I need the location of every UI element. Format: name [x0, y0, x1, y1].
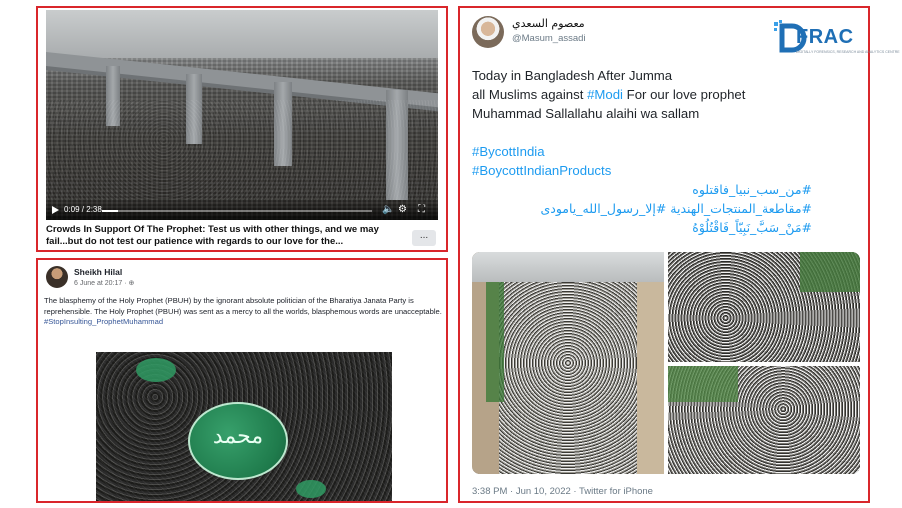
video-sky	[46, 10, 438, 58]
video-bridge	[46, 52, 438, 108]
video-caption[interactable]: Crowds In Support Of The Prophet: Test u…	[46, 224, 406, 248]
facebook-post-panel: Sheikh Hilal 6 June at 20:17 · ⊕ The bla…	[36, 258, 448, 503]
play-icon[interactable]	[52, 206, 59, 214]
tweet-timestamp[interactable]: 3:38 PM · Jun 10, 2022 · Twitter for iPh…	[472, 486, 653, 497]
video-post-panel: 0:09 / 2:38 🔈 ⚙ ⛶ Crowds In Support Of T…	[36, 6, 448, 252]
arabic-hashtag-link[interactable]: #مَنْ_سَبَّ_نَبِيّاً_فَاقْتُلُوْهُ	[472, 218, 812, 237]
green-flag	[136, 358, 176, 382]
avatar[interactable]	[46, 266, 68, 288]
fb-post-meta: 6 June at 20:17 · ⊕	[74, 280, 135, 287]
emblem-text: محمد	[212, 424, 264, 449]
tweet-line-prefix: all Muslims against	[472, 87, 588, 102]
video-time: 0:09 / 2:38	[64, 205, 102, 214]
tweet-panel: معصوم السعدي @Masum_assadi Today in Bang…	[458, 6, 870, 503]
fb-post-text: The blasphemy of the Holy Prophet (PBUH)…	[44, 296, 442, 328]
hashtag-link[interactable]: #Modi	[587, 87, 623, 102]
tweet-photo[interactable]	[472, 252, 664, 474]
volume-icon[interactable]: 🔈	[382, 204, 394, 215]
dfrac-logo: FRAC DIGITALLY FORENSICS, RESEARCH AND A…	[770, 14, 900, 60]
tweet-line: Today in Bangladesh After Jumma	[472, 68, 673, 83]
hashtag-link[interactable]: #BycottIndia	[472, 142, 812, 161]
gear-icon[interactable]: ⚙	[398, 204, 407, 215]
video-player[interactable]: 0:09 / 2:38 🔈 ⚙ ⛶	[46, 10, 438, 220]
tweet-line: all Muslims against #Modi For our love p…	[472, 85, 812, 104]
tweet-author-name[interactable]: معصوم السعدي	[512, 17, 585, 30]
video-progress-bar[interactable]	[102, 210, 372, 212]
dfrac-logo-text: FRAC	[796, 26, 854, 48]
video-controls: 0:09 / 2:38 🔈 ⚙ ⛶	[46, 200, 438, 220]
tweet-photo[interactable]	[668, 366, 860, 474]
fb-author-name[interactable]: Sheikh Hilal	[74, 267, 122, 277]
tweet-photo-grid	[472, 252, 860, 474]
tweet-spacer	[472, 123, 812, 142]
dfrac-logo-subtitle: DIGITALLY FORENSICS, RESEARCH AND ANALYT…	[796, 50, 900, 54]
tweet-photo[interactable]	[668, 252, 860, 362]
fb-post-image[interactable]: محمد	[96, 352, 392, 501]
video-crowd	[46, 100, 438, 200]
green-emblem: محمد	[188, 402, 288, 480]
arabic-hashtag-link[interactable]: #مقاطعة_المنتجات_الهندية #إلا_رسول_الله_…	[472, 199, 813, 218]
fullscreen-icon[interactable]: ⛶	[418, 204, 425, 215]
tweet-line: Muhammad Sallallahu alaihi wa sallam	[472, 106, 700, 121]
fb-hashtag-link[interactable]: #StopInsulting_ProphetMuhammad	[44, 317, 163, 326]
avatar[interactable]	[472, 16, 504, 48]
fb-post-body: The blasphemy of the Holy Prophet (PBUH)…	[44, 296, 442, 316]
video-progress-fill	[102, 210, 119, 212]
hashtag-link[interactable]: #BoycottIndianProducts	[472, 161, 812, 180]
tweet-line-suffix: For our love prophet	[622, 87, 746, 102]
tweet-text: Today in Bangladesh After Jumma all Musl…	[472, 66, 812, 237]
tweet-author-handle[interactable]: @Masum_assadi	[512, 33, 586, 44]
more-button[interactable]: ...	[412, 230, 436, 246]
arabic-hashtag-link[interactable]: #من_سب_نبيا_فاقتلوه	[472, 180, 812, 199]
green-flag	[296, 480, 326, 498]
